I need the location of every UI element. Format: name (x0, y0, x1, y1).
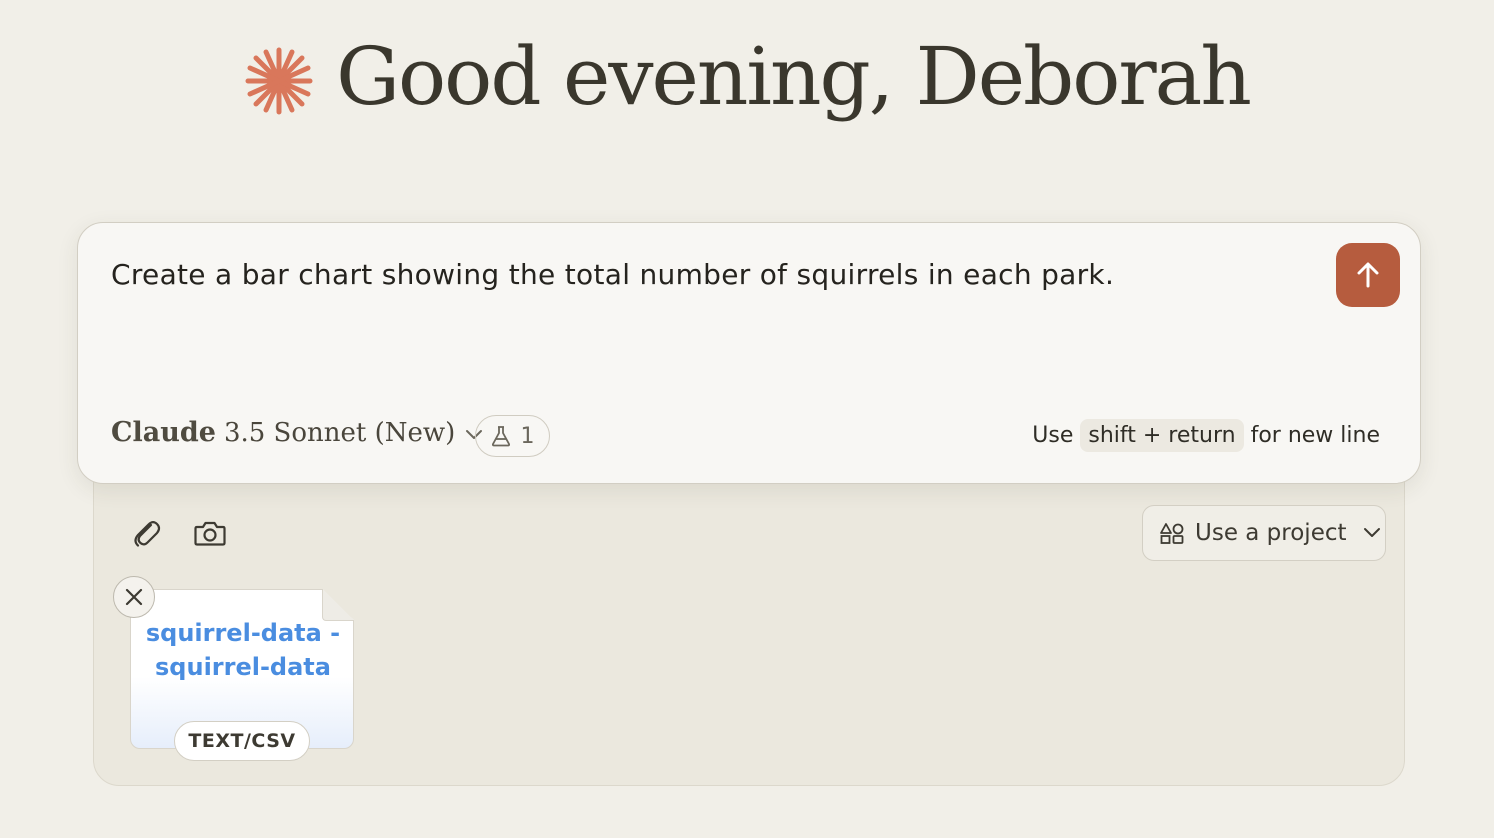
model-version: 3.5 Sonnet (New) (223, 417, 456, 448)
send-button[interactable] (1336, 243, 1400, 307)
claude-starburst-icon (245, 47, 313, 114)
camera-icon (194, 521, 226, 546)
remove-attachment-button[interactable] (113, 576, 155, 618)
use-project-button[interactable]: Use a project (1142, 505, 1386, 561)
prompt-input[interactable]: Create a bar chart showing the total num… (111, 258, 1291, 291)
shapes-icon (1160, 523, 1184, 544)
feature-count: 1 (520, 423, 535, 449)
hint-suffix: for new line (1250, 423, 1380, 448)
greeting-header: Good evening, Deborah (0, 30, 1494, 123)
flask-icon (491, 426, 510, 447)
screenshot-button[interactable] (188, 511, 232, 555)
hint-prefix: Use (1032, 423, 1074, 448)
attachment-type-badge: TEXT/CSV (174, 721, 310, 761)
chevron-down-icon (1363, 528, 1380, 537)
prompt-composer: Create a bar chart showing the total num… (77, 222, 1421, 484)
hint-keys: shift + return (1080, 419, 1244, 452)
model-selector[interactable]: Claude 3.5 Sonnet (New) (111, 417, 483, 448)
paperclip-icon (134, 521, 161, 547)
arrow-up-icon (1357, 262, 1379, 288)
close-icon (125, 588, 143, 606)
greeting-title: Good evening, Deborah (336, 30, 1252, 123)
attach-file-button[interactable] (124, 511, 168, 555)
feature-preview-pill[interactable]: 1 (475, 415, 550, 457)
newline-hint: Use shift + return for new line (1032, 419, 1380, 452)
model-brand: Claude (111, 417, 216, 448)
use-project-label: Use a project (1195, 520, 1347, 546)
attachment-name: squirrel-data - squirrel-data (145, 619, 341, 681)
